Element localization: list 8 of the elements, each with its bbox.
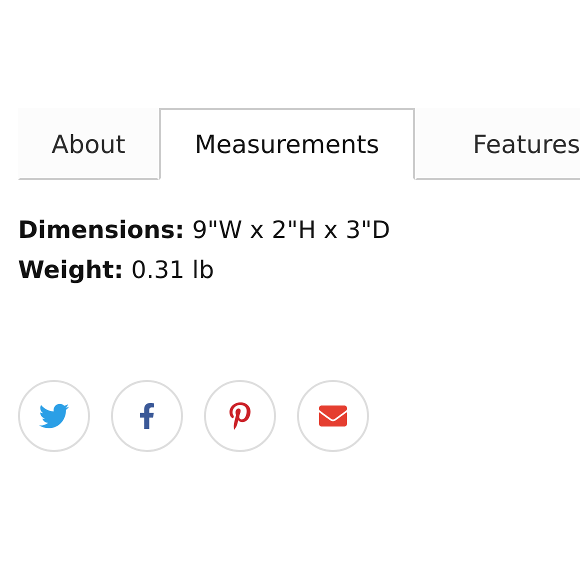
- bird-icon: [39, 401, 69, 431]
- tab[interactable]: Measurements: [159, 108, 415, 180]
- share-button[interactable]: [18, 380, 90, 452]
- share-button[interactable]: [297, 380, 369, 452]
- share-button[interactable]: [204, 380, 276, 452]
- spec-text: Dimensions: 9"W x 2"H x 3"D: [18, 215, 392, 246]
- spec-text: Weight: 0.31 lb: [18, 255, 216, 286]
- share-button[interactable]: [111, 380, 183, 452]
